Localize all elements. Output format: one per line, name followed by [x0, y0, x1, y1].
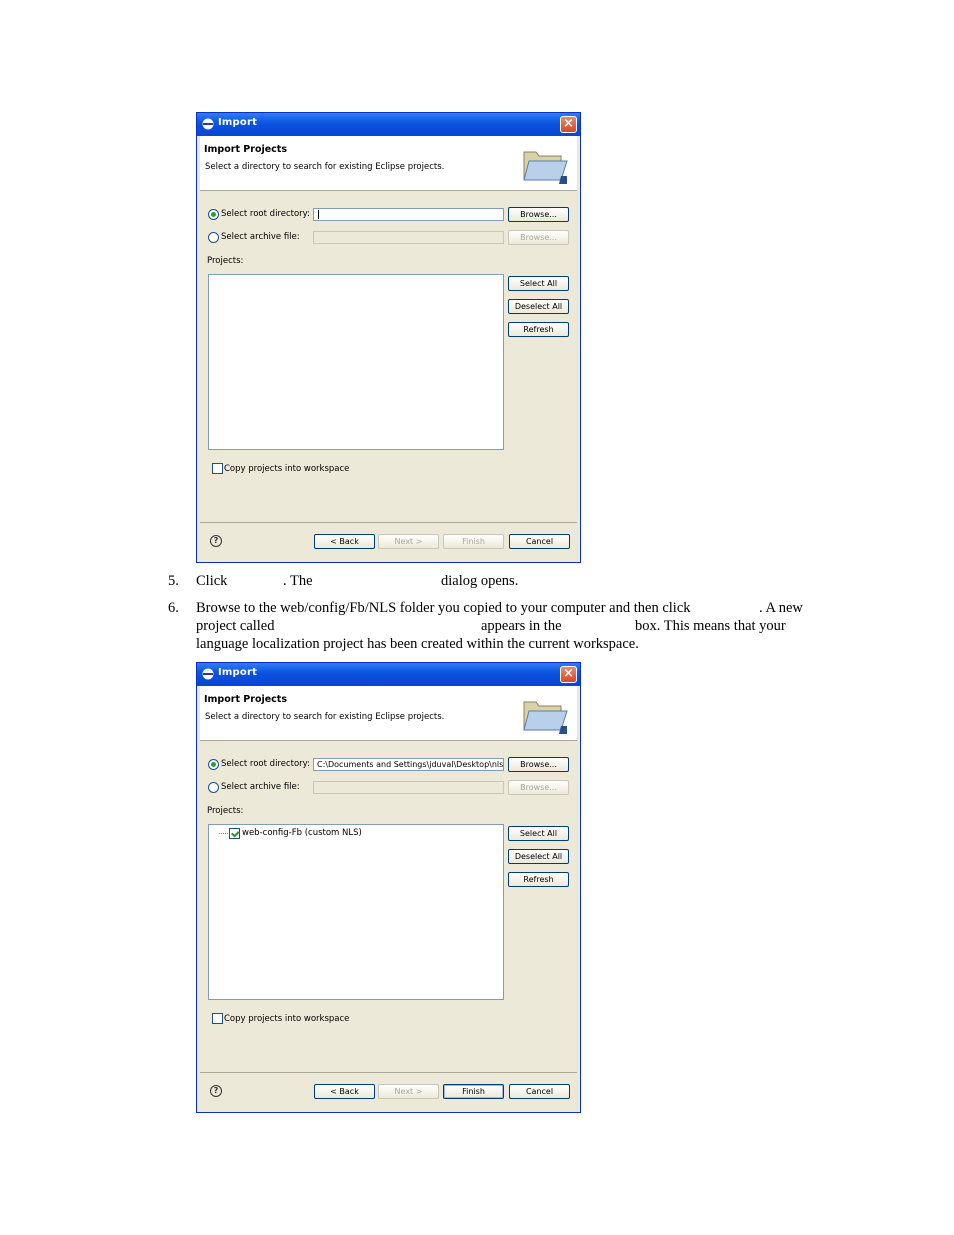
folder-icon [523, 151, 568, 184]
header-description: Select a directory to search for existin… [205, 162, 445, 172]
root-directory-label: Select root directory: [221, 209, 310, 219]
finish-button[interactable]: Finish [443, 1084, 504, 1099]
archive-file-radio[interactable] [208, 782, 219, 793]
separator [200, 1072, 577, 1073]
copy-projects-label: Copy projects into workspace [224, 464, 350, 474]
text-caret [318, 210, 319, 219]
title-bar[interactable]: Import × [197, 113, 580, 136]
refresh-button[interactable]: Refresh [508, 872, 569, 887]
close-button[interactable]: × [560, 116, 577, 133]
cancel-button[interactable]: Cancel [509, 534, 570, 549]
deselect-all-button[interactable]: Deselect All [508, 849, 569, 864]
step-6-line3: language localization project has been c… [196, 636, 639, 652]
step-5-text-b: . The [283, 573, 313, 589]
project-checkbox[interactable] [229, 828, 240, 839]
step-5-number: 5. [168, 573, 179, 589]
step-6-number: 6. [168, 600, 179, 616]
title-bar[interactable]: Import × [197, 663, 580, 686]
finish-button[interactable]: Finish [443, 534, 504, 549]
root-directory-input[interactable] [313, 208, 504, 221]
archive-file-label: Select archive file: [221, 232, 300, 242]
close-button[interactable]: × [560, 666, 577, 683]
archive-file-label: Select archive file: [221, 782, 300, 792]
projects-label: Projects: [207, 806, 244, 816]
help-icon[interactable]: ? [210, 535, 222, 547]
separator [200, 522, 577, 523]
separator [200, 190, 577, 191]
wizard-header: Import Projects Select a directory to se… [200, 136, 577, 190]
step-6-line2-c: box. This means that your [635, 618, 786, 634]
folder-icon [523, 701, 568, 734]
back-button[interactable]: < Back [314, 534, 375, 549]
root-directory-radio[interactable] [208, 759, 219, 770]
projects-list[interactable] [208, 274, 504, 450]
step-6-line2-b: appears in the [481, 618, 562, 634]
root-directory-input[interactable]: C:\Documents and Settings\jduval\Desktop… [313, 758, 504, 771]
header-title: Import Projects [204, 144, 287, 155]
archive-file-radio[interactable] [208, 232, 219, 243]
import-dialog-empty: Import × Import Projects Select a direct… [196, 112, 581, 563]
step-6-line1-a: Browse to the web/config/Fb/NLS folder y… [196, 600, 691, 616]
dialog-title: Import [218, 667, 258, 678]
step-5-text-a: Click [196, 573, 228, 589]
header-title: Import Projects [204, 694, 287, 705]
root-directory-radio[interactable] [208, 209, 219, 220]
cancel-button[interactable]: Cancel [509, 1084, 570, 1099]
browse-archive-button[interactable]: Browse... [508, 780, 569, 795]
back-button[interactable]: < Back [314, 1084, 375, 1099]
browse-archive-button[interactable]: Browse... [508, 230, 569, 245]
eclipse-icon [202, 118, 214, 130]
project-item-label[interactable]: web-config-Fb (custom NLS) [242, 828, 362, 838]
help-icon[interactable]: ? [210, 1085, 222, 1097]
root-directory-label: Select root directory: [221, 759, 310, 769]
dialog-title: Import [218, 117, 258, 128]
header-description: Select a directory to search for existin… [205, 712, 445, 722]
copy-projects-checkbox[interactable] [212, 463, 223, 474]
step-6-line1-b: . A new [759, 600, 803, 616]
step-6-line2-a: project called [196, 618, 275, 634]
next-button[interactable]: Next > [378, 534, 439, 549]
copy-projects-label: Copy projects into workspace [224, 1014, 350, 1024]
archive-file-input[interactable] [313, 231, 504, 244]
projects-list[interactable]: web-config-Fb (custom NLS) [208, 824, 504, 1000]
projects-label: Projects: [207, 256, 244, 266]
select-all-button[interactable]: Select All [508, 826, 569, 841]
tree-connector [219, 833, 228, 834]
next-button[interactable]: Next > [378, 1084, 439, 1099]
deselect-all-button[interactable]: Deselect All [508, 299, 569, 314]
copy-projects-checkbox[interactable] [212, 1013, 223, 1024]
browse-directory-button[interactable]: Browse... [508, 207, 569, 222]
select-all-button[interactable]: Select All [508, 276, 569, 291]
archive-file-input[interactable] [313, 781, 504, 794]
step-5-text-c: dialog opens. [441, 573, 519, 589]
refresh-button[interactable]: Refresh [508, 322, 569, 337]
browse-directory-button[interactable]: Browse... [508, 757, 569, 772]
separator [200, 740, 577, 741]
wizard-header: Import Projects Select a directory to se… [200, 686, 577, 740]
eclipse-icon [202, 668, 214, 680]
import-dialog-populated: Import × Import Projects Select a direct… [196, 662, 581, 1113]
